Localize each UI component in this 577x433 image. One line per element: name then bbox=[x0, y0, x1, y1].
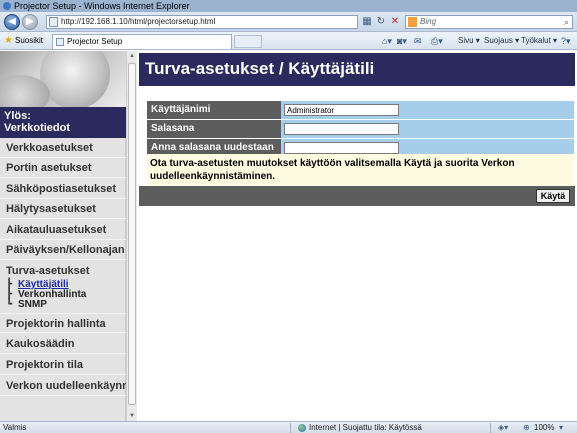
password-label: Salasana bbox=[147, 120, 281, 138]
main-panel: Turva-asetukset / Käyttäjätili Käyttäjän… bbox=[137, 51, 577, 421]
status-divider bbox=[490, 423, 491, 433]
scrollbar-thumb[interactable] bbox=[128, 63, 136, 405]
sidebar-item-kaukosaadin[interactable]: Kaukosäädin bbox=[0, 334, 126, 354]
up-link-verkkotiedot[interactable]: Ylös: Verkkotiedot bbox=[0, 107, 126, 138]
back-arrow-icon[interactable]: ◀ bbox=[4, 14, 20, 30]
tab-projector-setup[interactable]: Projector Setup bbox=[52, 34, 232, 49]
username-label: Käyttäjänimi bbox=[147, 101, 281, 119]
zoom-level[interactable]: 100% bbox=[534, 422, 554, 433]
search-icon[interactable]: ⌕ bbox=[564, 16, 569, 28]
password-field[interactable] bbox=[284, 123, 399, 135]
sidebar-scrollbar[interactable]: ▲ ▼ bbox=[126, 51, 137, 421]
up-label-line-2: Verkkotiedot bbox=[4, 122, 71, 134]
sidebar-subitem-snmp[interactable]: ┗ SNMP bbox=[6, 300, 47, 310]
new-tab-button[interactable] bbox=[234, 35, 262, 48]
home-icon[interactable]: ⌂▾ bbox=[382, 32, 392, 50]
mail-icon[interactable]: ✉ bbox=[414, 32, 422, 50]
internet-explorer-icon bbox=[3, 2, 11, 10]
status-text: Valmis bbox=[3, 423, 27, 432]
security-zone-text[interactable]: Internet | Suojattu tila: Käytössä bbox=[309, 422, 422, 433]
help-icon[interactable]: ?▾ bbox=[561, 32, 571, 50]
sidebar-item-aikatauluasetukset[interactable]: Aikatauluasetukset bbox=[0, 220, 126, 240]
page-menu[interactable]: Sivu ▾ bbox=[458, 32, 480, 50]
address-bar: ◀ ▶ http://192.168.1.10/html/projectorse… bbox=[0, 12, 577, 32]
sidebar-item-verkkoasetukset[interactable]: Verkkoasetukset bbox=[0, 138, 126, 158]
sidebar-item-projektorin-tila[interactable]: Projektorin tila bbox=[0, 355, 126, 375]
tab-title: Projector Setup bbox=[67, 37, 123, 46]
safety-menu[interactable]: Suojaus ▾ bbox=[484, 32, 519, 50]
print-icon[interactable]: ⎙▾ bbox=[431, 32, 443, 50]
username-cell bbox=[281, 101, 574, 119]
page-content: Ylös: Verkkotiedot Verkkoasetukset Porti… bbox=[0, 51, 577, 421]
compatibility-view-icon[interactable]: ▦ bbox=[360, 15, 374, 29]
sidebar: Ylös: Verkkotiedot Verkkoasetukset Porti… bbox=[0, 51, 126, 421]
scroll-up-arrow-icon[interactable]: ▲ bbox=[129, 53, 135, 59]
status-bar: Valmis Internet | Suojattu tila: Käytöss… bbox=[0, 421, 577, 433]
username-field[interactable] bbox=[284, 104, 399, 116]
address-tools: ▦ ↻ ✕ bbox=[360, 15, 402, 29]
protected-mode-icon[interactable]: ◈▾ bbox=[498, 422, 508, 433]
status-divider bbox=[290, 423, 291, 433]
internet-zone-icon bbox=[298, 424, 306, 432]
password-confirm-field[interactable] bbox=[284, 142, 399, 154]
search-input[interactable]: Bing ⌕ bbox=[405, 15, 573, 29]
apply-button[interactable]: Käytä bbox=[536, 189, 570, 203]
action-bar: Käytä bbox=[139, 186, 575, 206]
stop-icon[interactable]: ✕ bbox=[388, 15, 402, 29]
sidebar-item-paivays-kellonaika[interactable]: Päiväyksen/Kellonajan asetukset bbox=[0, 240, 126, 260]
sidebar-item-turva-asetukset[interactable]: Turva-asetukset bbox=[0, 261, 126, 281]
command-bar: ★ Suosikit Projector Setup ⌂▾ ◙▾ ✉ ⎙▾ Si… bbox=[0, 32, 577, 50]
page-title: Turva-asetukset / Käyttäjätili bbox=[139, 53, 575, 86]
refresh-icon[interactable]: ↻ bbox=[374, 15, 388, 29]
sidebar-item-projektorin-hallinta[interactable]: Projektorin hallinta bbox=[0, 313, 126, 333]
url-text: http://192.168.1.10/html/projectorsetup.… bbox=[61, 17, 216, 26]
projector-lens-image bbox=[0, 51, 126, 107]
page-icon bbox=[56, 38, 64, 46]
forward-arrow-icon[interactable]: ▶ bbox=[22, 14, 38, 30]
info-message: Ota turva-asetusten muutokset käyttöön v… bbox=[147, 154, 574, 186]
zoom-dropdown-icon[interactable]: ▾ bbox=[559, 422, 563, 433]
favorites-button[interactable]: Suosikit bbox=[15, 32, 43, 50]
password-cell bbox=[281, 120, 574, 138]
sidebar-subitem-label: SNMP bbox=[18, 299, 47, 310]
tools-menu[interactable]: Työkalut ▾ bbox=[521, 32, 557, 50]
search-placeholder: Bing bbox=[420, 17, 437, 26]
url-input[interactable]: http://192.168.1.10/html/projectorsetup.… bbox=[46, 15, 358, 29]
favorites-star-icon[interactable]: ★ bbox=[4, 32, 13, 50]
page-icon bbox=[49, 17, 58, 27]
scroll-down-arrow-icon[interactable]: ▼ bbox=[129, 413, 135, 419]
window-title: Projector Setup - Windows Internet Explo… bbox=[14, 1, 190, 11]
tree-branch-icon: ┗ bbox=[6, 299, 13, 310]
zoom-icon[interactable]: ⊕ bbox=[523, 422, 530, 433]
feeds-icon[interactable]: ◙▾ bbox=[397, 32, 407, 50]
bing-icon bbox=[408, 17, 417, 27]
sidebar-item-sahkopostiasetukset[interactable]: Sähköpostiasetukset bbox=[0, 179, 126, 199]
lens-shape bbox=[40, 51, 110, 107]
sidebar-item-verkon-uudelleenkaynnistys[interactable]: Verkon uudelleenkäynnistys bbox=[0, 376, 126, 396]
sidebar-item-portin-asetukset[interactable]: Portin asetukset bbox=[0, 158, 126, 178]
form-row-username: Käyttäjänimi bbox=[147, 101, 574, 119]
up-label-line-1: Ylös: bbox=[4, 110, 31, 122]
sidebar-item-halytysasetukset[interactable]: Hälytysasetukset bbox=[0, 199, 126, 219]
form-row-password: Salasana bbox=[147, 120, 574, 138]
window-title-bar: Projector Setup - Windows Internet Explo… bbox=[0, 0, 577, 12]
